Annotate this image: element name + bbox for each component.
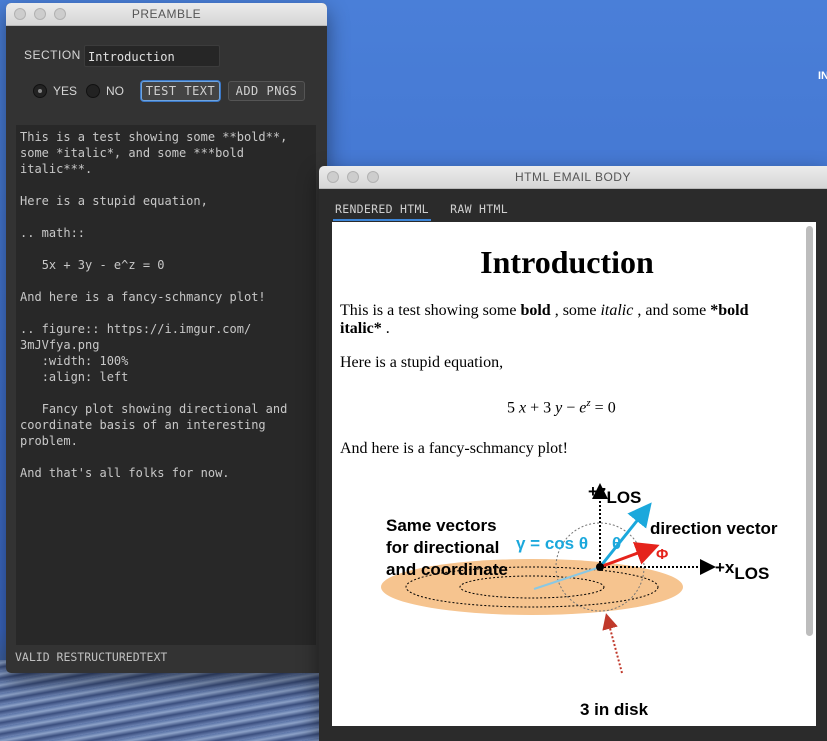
desktop-edge-text: IN xyxy=(818,70,827,82)
phi-label: Φ xyxy=(656,546,668,563)
caption-line-3: and coordinate xyxy=(386,560,508,579)
rendered-html-view[interactable]: Introduction This is a test showing some… xyxy=(332,222,816,726)
theta-label: θ xyxy=(612,534,621,553)
yes-label: YES xyxy=(53,84,78,98)
doc-heading: Introduction xyxy=(480,244,654,280)
vertical-scrollbar[interactable] xyxy=(806,226,813,636)
doc-paragraph-3: And here is a fancy-schmancy plot! xyxy=(340,440,568,457)
preamble-titlebar[interactable]: PREAMBLE xyxy=(6,3,327,26)
doc-equation: 5 x + 3 y − ez = 0 xyxy=(507,397,616,417)
caption-line-2: for directional xyxy=(386,538,499,557)
doc-paragraph-1: This is a test showing some bold , some … xyxy=(340,302,749,337)
no-label: NO xyxy=(106,84,124,98)
disk-pointer-arrow xyxy=(602,613,623,674)
z-axis-label: +zLOS xyxy=(588,482,641,507)
section-label: SECTION xyxy=(24,48,81,62)
yes-radio[interactable] xyxy=(33,84,47,98)
disk-label: 3 in disk xyxy=(580,700,649,719)
figure-diagram: +zLOS +xLOS Same vectors for directional… xyxy=(381,482,778,719)
direction-vector-label: direction vector xyxy=(650,519,778,538)
origin-point xyxy=(596,563,604,571)
add-pngs-button[interactable]: ADD PNGS xyxy=(228,81,305,101)
preamble-title: PREAMBLE xyxy=(131,7,202,21)
preamble-window: PREAMBLE SECTION Introduction YES NO TES… xyxy=(6,3,327,673)
email-window: HTML EMAIL BODY RENDERED HTML RAW HTML I… xyxy=(319,166,827,741)
tab-rendered-html[interactable]: RENDERED HTML xyxy=(333,202,431,221)
test-text-button[interactable]: TEST TEXT xyxy=(141,81,220,101)
email-titlebar[interactable]: HTML EMAIL BODY xyxy=(319,166,827,189)
email-title: HTML EMAIL BODY xyxy=(515,170,631,184)
tab-bar: RENDERED HTML RAW HTML xyxy=(333,202,520,221)
rst-editor[interactable]: This is a test showing some **bold**, so… xyxy=(16,125,316,645)
x-axis-label: +xLOS xyxy=(715,558,769,583)
tab-raw-html[interactable]: RAW HTML xyxy=(448,202,510,219)
no-radio[interactable] xyxy=(86,84,100,98)
gamma-label: γ = cos θ xyxy=(516,534,588,553)
caption-line-1: Same vectors xyxy=(386,516,497,535)
section-input[interactable]: Introduction xyxy=(84,45,220,67)
doc-paragraph-2: Here is a stupid equation, xyxy=(340,354,504,371)
status-text: VALID RESTRUCTUREDTEXT xyxy=(15,650,168,664)
